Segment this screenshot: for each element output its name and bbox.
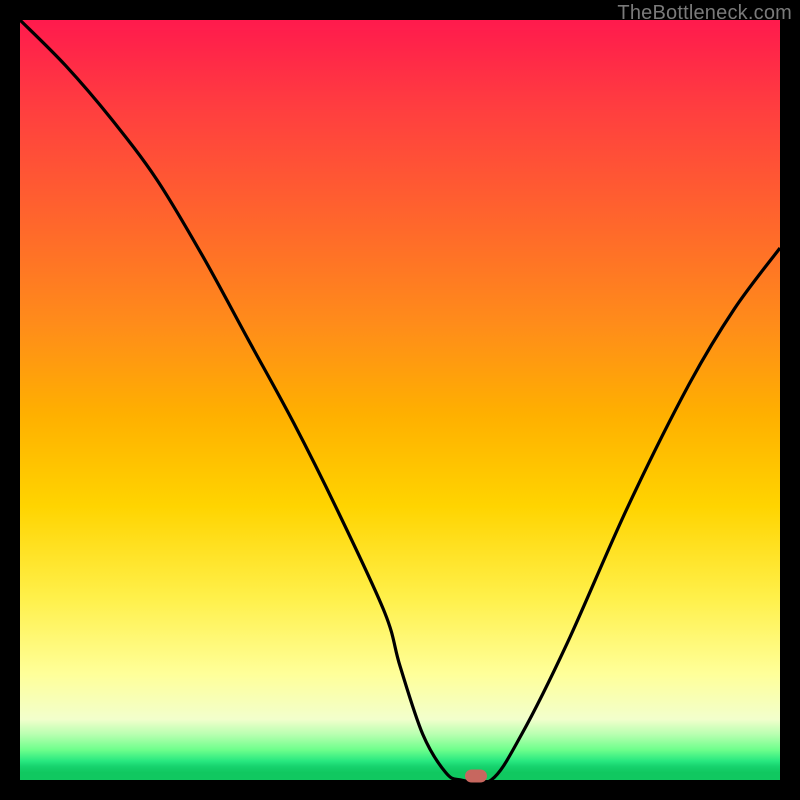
plot-area <box>20 20 780 780</box>
curve-path <box>20 20 780 784</box>
chart-frame: TheBottleneck.com <box>0 0 800 800</box>
bottleneck-curve <box>20 20 780 780</box>
optimum-marker <box>465 770 487 783</box>
